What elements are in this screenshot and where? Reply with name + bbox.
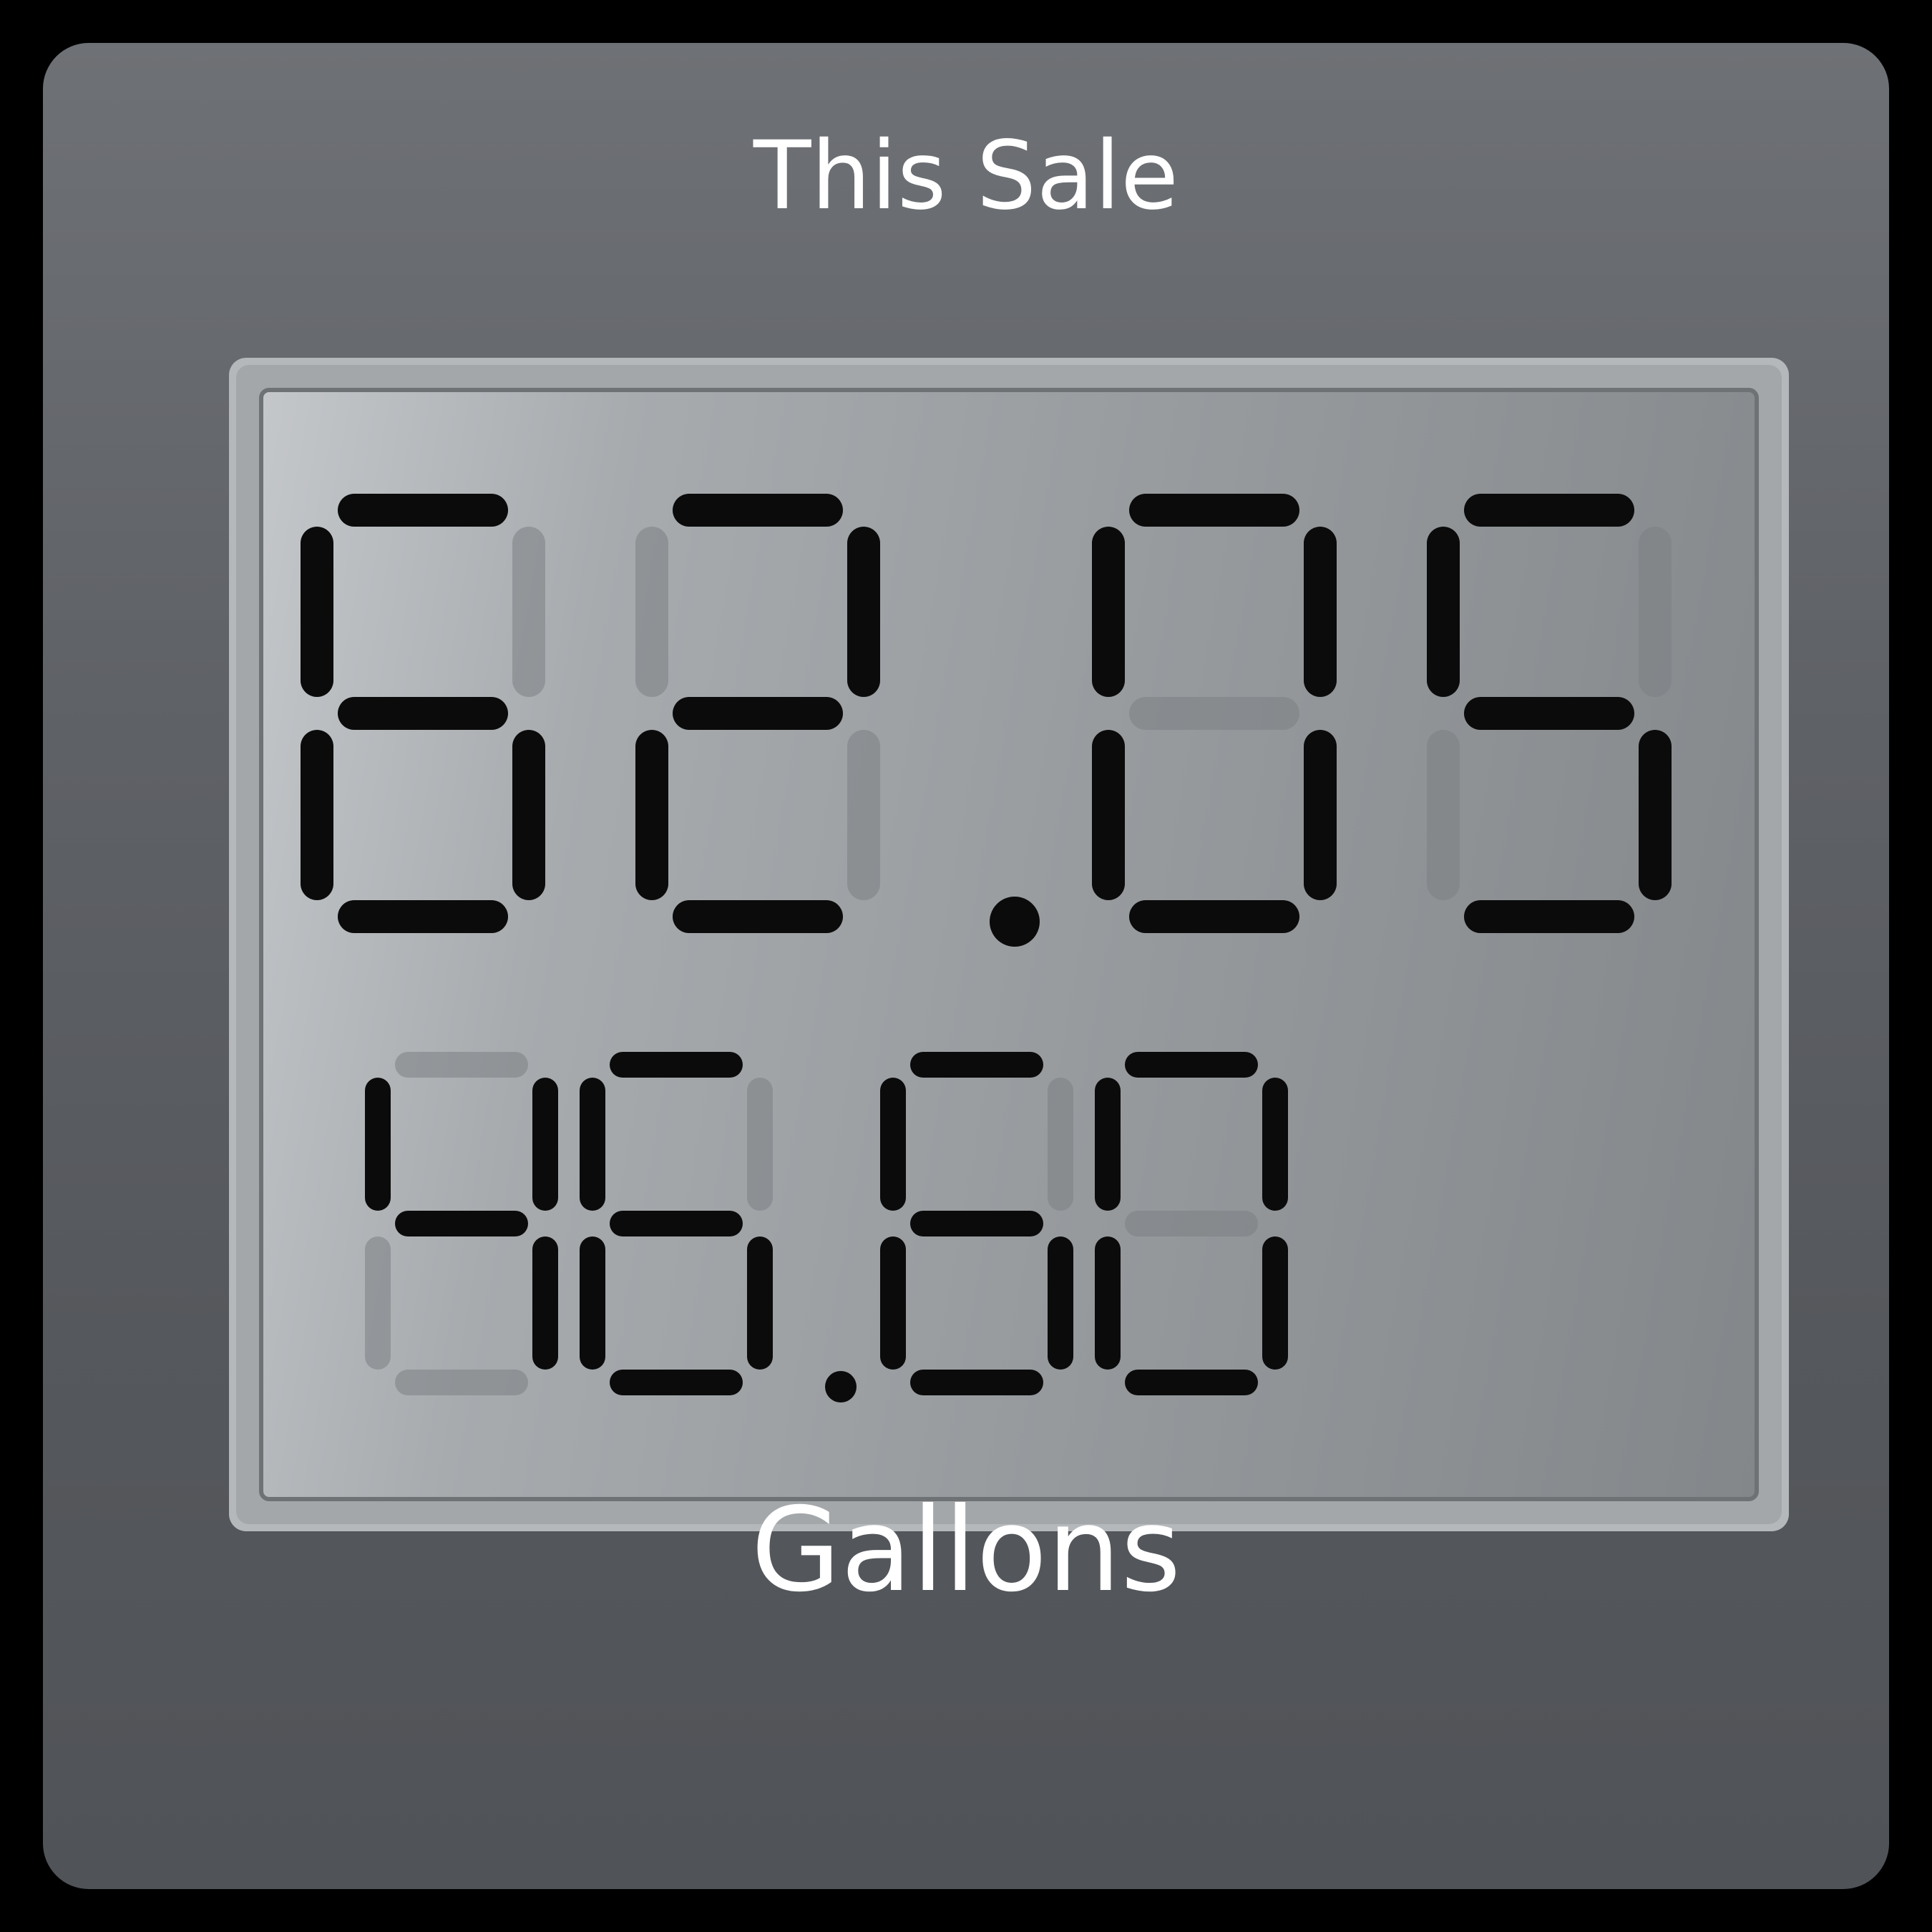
segment-middle-lit	[395, 1211, 528, 1236]
segment-top-lit	[1129, 494, 1299, 527]
segment-upper-right-lit	[1304, 527, 1337, 697]
segment-lower-right-lit	[512, 730, 545, 900]
segment-top-lit	[610, 1052, 743, 1078]
segment-lower-left-unlit	[1427, 730, 1460, 900]
seven-segment-digit	[301, 494, 545, 933]
segment-lower-right-lit	[1304, 730, 1337, 900]
segment-lower-left-lit	[1092, 730, 1125, 900]
segment-upper-left-lit	[301, 527, 333, 697]
segment-middle-lit	[1464, 697, 1634, 730]
segment-lower-left-lit	[580, 1236, 605, 1370]
segment-top-lit	[338, 494, 508, 527]
segment-lower-left-lit	[1095, 1236, 1121, 1370]
segment-bottom-lit	[1125, 1370, 1258, 1395]
seven-segment-digit	[365, 1052, 558, 1395]
segment-bottom-lit	[338, 900, 508, 933]
segment-lower-left-unlit	[365, 1236, 391, 1370]
seven-segment-digit	[1092, 494, 1337, 933]
seven-segment-readout	[301, 494, 1672, 1402]
segment-top-lit	[1125, 1052, 1258, 1078]
segment-upper-right-unlit	[747, 1078, 773, 1211]
decimal-point	[825, 1371, 857, 1402]
segment-upper-left-lit	[880, 1078, 906, 1211]
segment-upper-left-lit	[1092, 527, 1125, 697]
seven-segment-digit	[880, 1052, 1073, 1395]
segment-middle-unlit	[1125, 1211, 1258, 1236]
segment-lower-right-lit	[1048, 1236, 1073, 1370]
segment-lower-right-lit	[1262, 1236, 1288, 1370]
segment-upper-right-lit	[847, 527, 880, 697]
segment-upper-left-lit	[1095, 1078, 1121, 1211]
seven-segment-digit	[1427, 494, 1672, 933]
segment-bottom-lit	[910, 1370, 1043, 1395]
seven-segment-digit	[580, 1052, 773, 1395]
segment-upper-left-lit	[365, 1078, 391, 1211]
segment-middle-lit	[610, 1211, 743, 1236]
segment-bottom-unlit	[395, 1370, 528, 1395]
segment-lower-right-lit	[1639, 730, 1672, 900]
segment-upper-left-unlit	[635, 527, 668, 697]
segment-upper-right-unlit	[512, 527, 545, 697]
segment-middle-lit	[338, 697, 508, 730]
segment-lower-left-lit	[301, 730, 333, 900]
segment-middle-lit	[673, 697, 843, 730]
seven-segment-digit	[635, 494, 880, 933]
segment-bottom-lit	[1464, 900, 1634, 933]
segment-top-unlit	[395, 1052, 528, 1078]
segment-top-lit	[673, 494, 843, 527]
segment-lower-right-lit	[532, 1236, 558, 1370]
segment-bottom-lit	[610, 1370, 743, 1395]
segment-lower-left-lit	[880, 1236, 906, 1370]
gallons-readout	[365, 1052, 1288, 1402]
decimal-point	[990, 897, 1040, 947]
segment-upper-right-unlit	[1048, 1078, 1073, 1211]
segment-upper-right-lit	[532, 1078, 558, 1211]
segment-upper-right-lit	[1262, 1078, 1288, 1211]
segment-middle-unlit	[1129, 697, 1299, 730]
segment-upper-left-lit	[580, 1078, 605, 1211]
sale-amount-readout	[301, 494, 1672, 947]
segment-top-lit	[1464, 494, 1634, 527]
seven-segment-digit	[1095, 1052, 1288, 1395]
segment-upper-right-unlit	[1639, 527, 1672, 697]
segment-lower-right-unlit	[847, 730, 880, 900]
segment-bottom-lit	[1129, 900, 1299, 933]
segment-middle-lit	[910, 1211, 1043, 1236]
segment-top-lit	[910, 1052, 1043, 1078]
segment-lower-right-lit	[747, 1236, 773, 1370]
segment-lower-left-lit	[635, 730, 668, 900]
segment-upper-left-lit	[1427, 527, 1460, 697]
segment-bottom-lit	[673, 900, 843, 933]
